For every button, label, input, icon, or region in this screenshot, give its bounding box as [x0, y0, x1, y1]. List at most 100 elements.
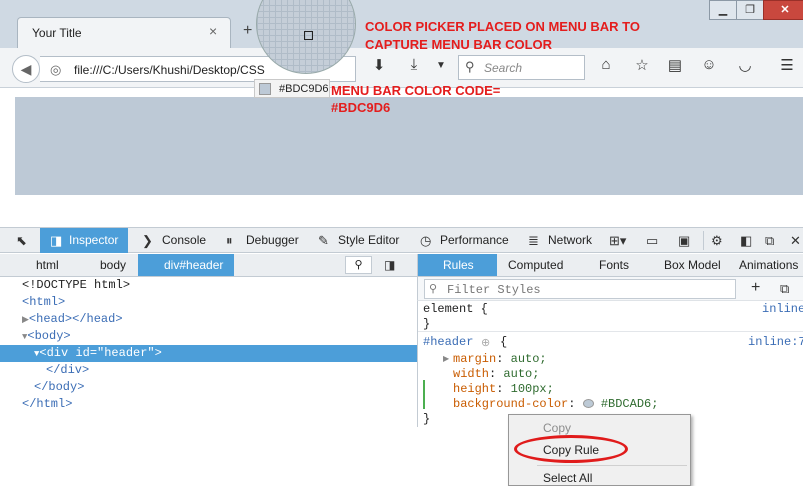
rule-header-close: }: [423, 412, 431, 426]
home-icon[interactable]: ⌂: [596, 56, 616, 73]
downloads-icon[interactable]: ⤓: [404, 56, 424, 73]
search-input[interactable]: ⚲ Search: [458, 55, 585, 80]
url-text[interactable]: file:///C:/Users/Khushi/Desktop/CSS: [74, 63, 265, 77]
rule-property[interactable]: margin: auto;: [453, 352, 547, 367]
property-name: background-color: [453, 397, 569, 411]
tab-style-editor[interactable]: ✎ Style Editor: [316, 228, 399, 253]
chevron-down-icon[interactable]: ▼: [431, 60, 451, 71]
property-value: 100px;: [510, 382, 554, 396]
settings-gear-icon[interactable]: ⚙: [711, 233, 723, 249]
rule-property[interactable]: height: 100px;: [453, 382, 554, 397]
markup-doctype: <!DOCTYPE html>: [22, 278, 131, 292]
bookmark-star-icon[interactable]: ☆: [632, 56, 652, 74]
tab-network-label: Network: [548, 233, 593, 247]
markup-line[interactable]: <html>: [0, 294, 417, 311]
pocket-icon[interactable]: ◡: [735, 56, 755, 74]
toolbar-divider: [703, 231, 704, 250]
tab-fonts[interactable]: Fonts: [599, 254, 629, 276]
network-icon: ≣: [528, 233, 539, 248]
tab-style-editor-label: Style Editor: [338, 233, 400, 247]
header-div[interactable]: [15, 97, 803, 195]
filter-placeholder: Filter Styles: [447, 283, 541, 297]
tab-performance-label: Performance: [440, 233, 509, 247]
filter-styles-input[interactable]: ⚲ Filter Styles: [424, 279, 736, 299]
markup-line[interactable]: </body>: [0, 379, 417, 396]
markup-line[interactable]: </div>: [0, 362, 417, 379]
markup-search-icon[interactable]: ⚲: [345, 256, 372, 274]
breadcrumb-div-header[interactable]: div#header: [138, 254, 234, 276]
tab-performance[interactable]: ◷ Performance: [418, 228, 509, 253]
highlight-selector-icon[interactable]: ⊕: [481, 336, 490, 350]
split-console-icon[interactable]: ▭: [646, 233, 658, 249]
rule-header-open: {: [500, 335, 508, 349]
globe-icon: ◎: [50, 62, 62, 77]
expand-triangle-icon[interactable]: ▶: [22, 315, 29, 325]
expand-property-icon[interactable]: ▶: [443, 354, 449, 364]
menu-item-copy[interactable]: Copy: [543, 421, 571, 435]
undock-icon[interactable]: ⧉: [765, 233, 774, 249]
tab-inspector[interactable]: ◨ Inspector: [40, 228, 128, 253]
annotation-line-4: #BDC9D6: [331, 100, 391, 115]
menu-item-select-all[interactable]: Select All: [543, 471, 592, 485]
markup-div-close: </div>: [46, 363, 90, 377]
search-placeholder: Search: [484, 61, 523, 75]
add-rule-icon[interactable]: +: [751, 279, 760, 297]
rule-property[interactable]: background-color: #BDCAD6;: [453, 397, 658, 412]
color-hex-value: #BDC9D6: [279, 83, 329, 95]
markup-line[interactable]: ▼<body>: [0, 328, 417, 345]
property-value: auto;: [510, 352, 547, 366]
hello-chat-icon[interactable]: ☺: [699, 56, 719, 73]
tab-rules[interactable]: Rules: [418, 254, 497, 276]
inspector-icon: ◨: [50, 233, 63, 248]
markup-line-selected[interactable]: ▼<div id="header">: [0, 345, 417, 362]
close-devtools-icon[interactable]: ✕: [790, 233, 801, 249]
tab-network[interactable]: ≣ Network: [526, 228, 592, 253]
tab-computed[interactable]: Computed: [508, 254, 563, 276]
rule-header-source[interactable]: inline:7: [748, 335, 803, 349]
download-arrow-icon[interactable]: ⬇: [369, 56, 389, 74]
markup-view: <!DOCTYPE html> <html> ▶<head></head> ▼<…: [0, 277, 417, 427]
markup-line[interactable]: <!DOCTYPE html>: [0, 277, 417, 294]
reading-list-icon[interactable]: ▤: [665, 56, 685, 74]
toggle-pseudo-class-icon[interactable]: ⧉: [780, 281, 789, 297]
back-button[interactable]: ◀: [12, 55, 40, 83]
element-picker-icon[interactable]: ⬉: [16, 233, 27, 249]
markup-body-open: <body>: [27, 329, 71, 343]
breadcrumb-body[interactable]: body: [100, 258, 126, 272]
markup-line[interactable]: ▶<head></head>: [0, 311, 417, 328]
dock-side-icon[interactable]: ◧: [740, 233, 752, 249]
breadcrumb-html[interactable]: html: [36, 258, 59, 272]
tab-debugger[interactable]: ⏸ Debugger: [224, 228, 299, 253]
property-name: margin: [453, 352, 497, 366]
tab-console[interactable]: ❯ Console: [140, 228, 206, 253]
close-window-button[interactable]: ✕: [763, 0, 803, 20]
new-tab-button[interactable]: +: [243, 22, 252, 40]
markup-line[interactable]: </html>: [0, 396, 417, 413]
hamburger-menu-icon[interactable]: ☰: [777, 56, 797, 74]
breadcrumb: html body div#header ⚲ ◨: [0, 254, 417, 277]
markup-html-close: </html>: [22, 397, 73, 411]
tab-console-label: Console: [162, 233, 207, 247]
markup-div-header: <div id="header">: [39, 346, 162, 360]
rule-element-source[interactable]: inline: [762, 302, 803, 316]
property-value: #BDCAD6;: [600, 397, 659, 411]
rule-property[interactable]: width: auto;: [453, 367, 539, 382]
search-icon: ⚲: [429, 283, 438, 295]
markup-html-open: <html>: [22, 295, 66, 309]
tab-your-title[interactable]: Your Title ×: [17, 17, 231, 48]
minimize-button[interactable]: ▁: [709, 0, 737, 20]
responsive-mode-icon[interactable]: ▣: [678, 233, 690, 249]
color-swatch-icon[interactable]: [582, 399, 594, 409]
toggle-sidebar-icon[interactable]: ◨: [384, 258, 395, 272]
tab-box-model[interactable]: Box Model: [664, 254, 721, 276]
markup-body-close: </body>: [34, 380, 85, 394]
tab-animations[interactable]: Animations: [739, 254, 798, 276]
rule-element-selector[interactable]: element {: [423, 302, 488, 317]
style-editor-icon: ✎: [318, 233, 329, 248]
rule-header-selector[interactable]: #header: [423, 335, 473, 350]
tab-close-icon[interactable]: ×: [209, 23, 217, 39]
annotation-line-2: CAPTURE MENU BAR COLOR: [365, 37, 553, 52]
more-tools-icon[interactable]: ⊞▾: [609, 233, 626, 249]
property-name: height: [453, 382, 497, 396]
maximize-button[interactable]: ❐: [736, 0, 764, 20]
